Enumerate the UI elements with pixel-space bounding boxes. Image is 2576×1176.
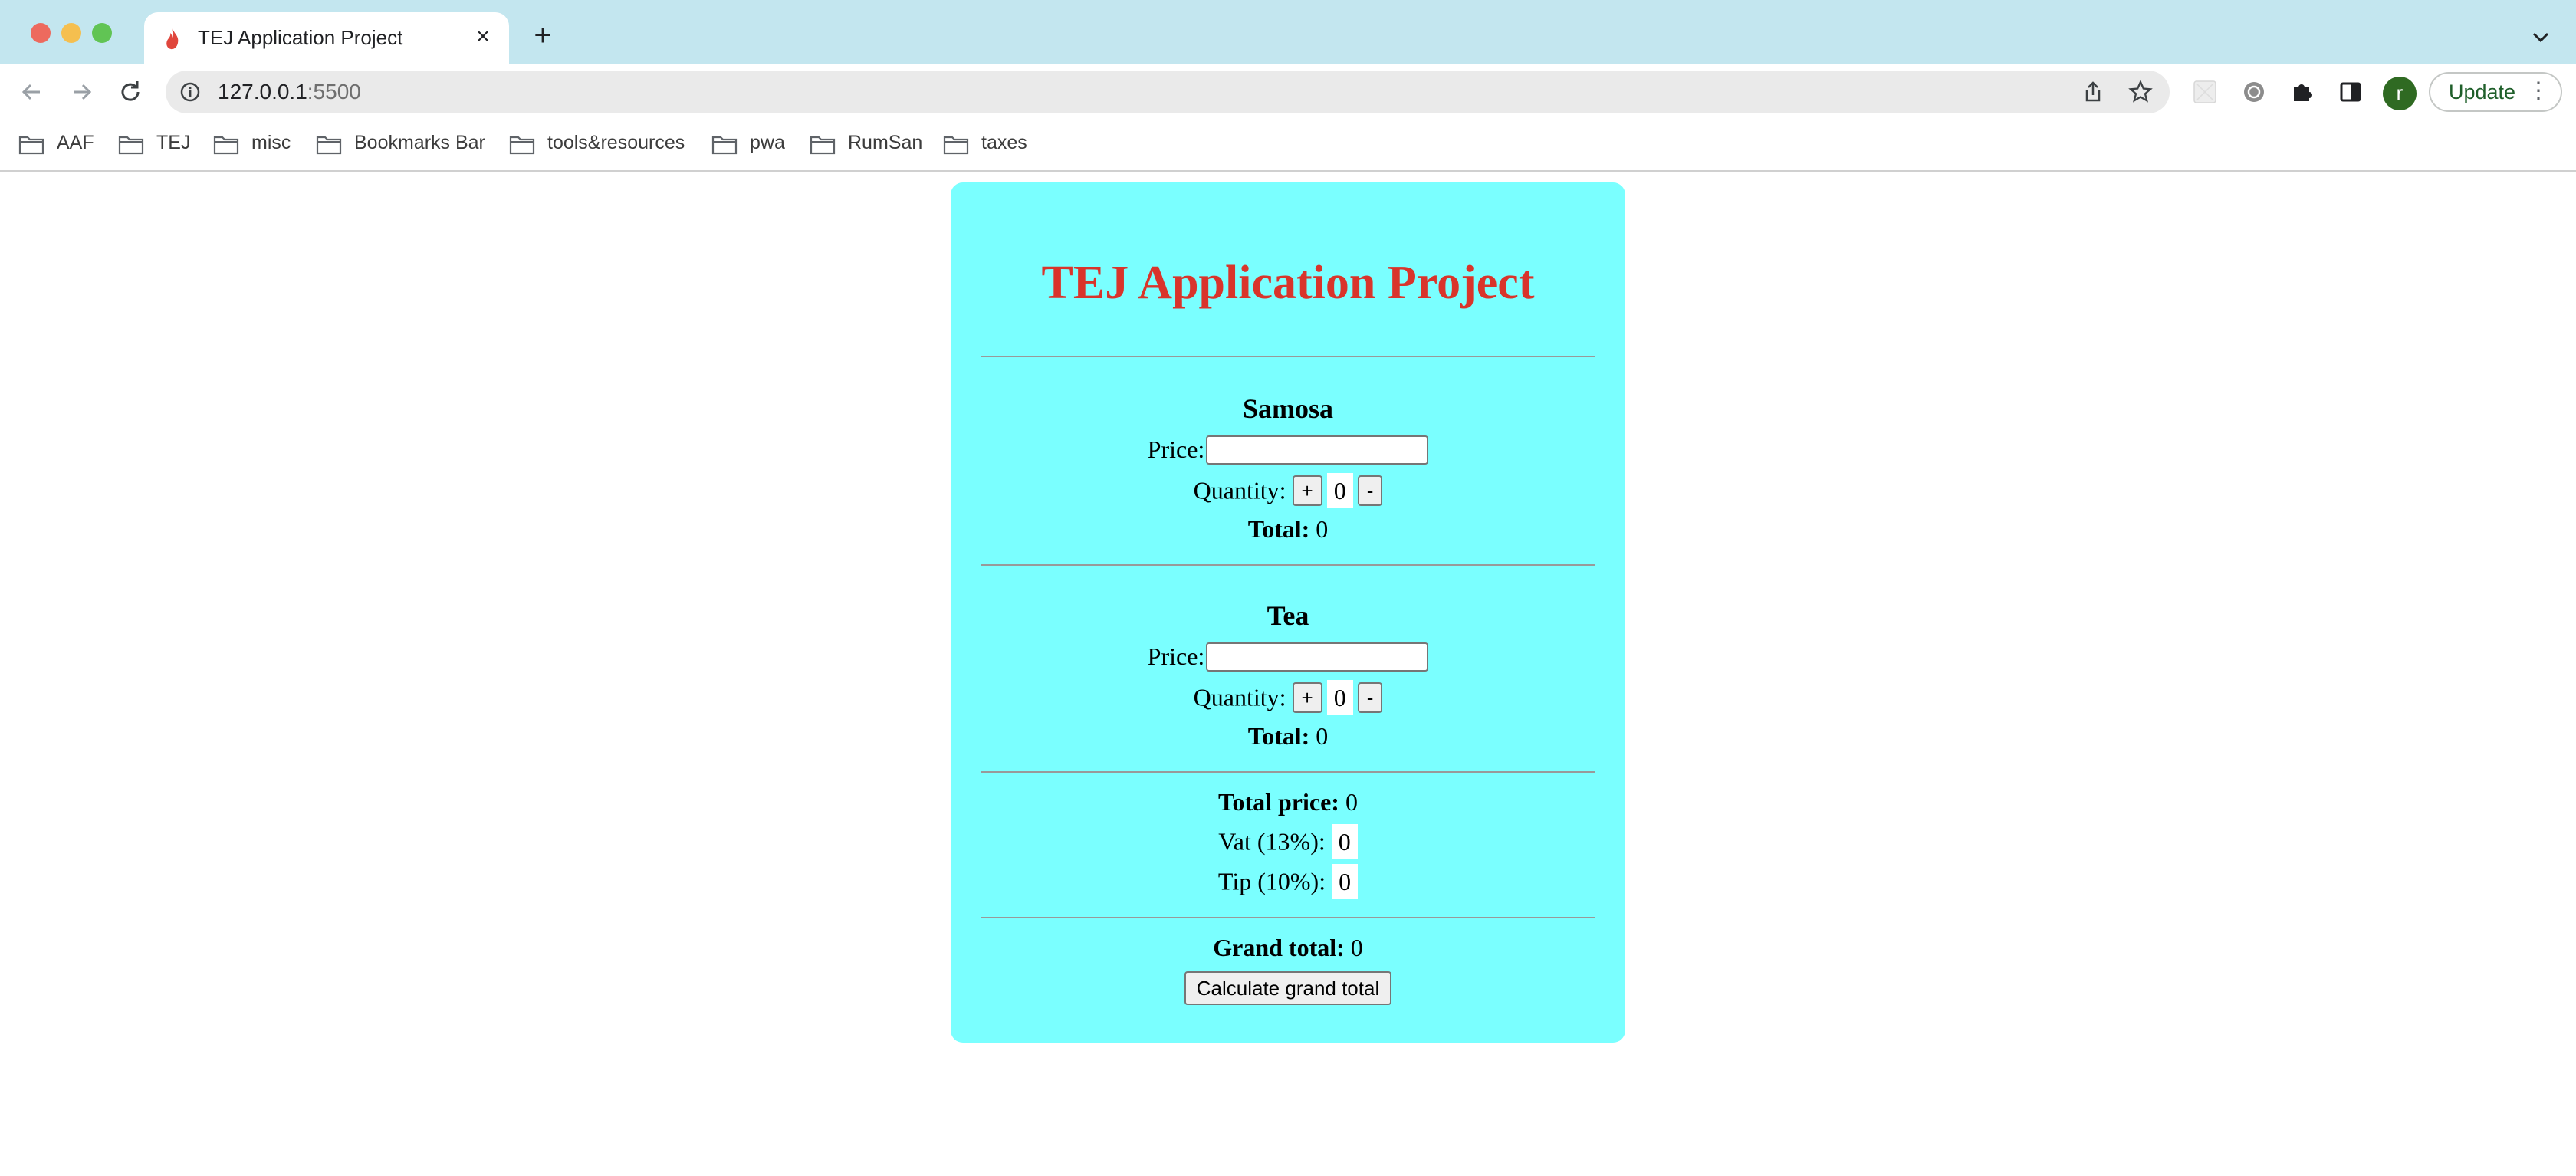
more-menu-icon[interactable]: ⋮ — [2527, 74, 2550, 109]
extension-placeholder-icon[interactable] — [2193, 80, 2217, 104]
bookmark-label: RumSan — [848, 132, 923, 153]
url-host: 127.0.0.1 — [218, 80, 307, 103]
info-icon[interactable] — [179, 81, 201, 103]
tab-title: TEJ Application Project — [198, 26, 403, 49]
total-row-samosa: Total: 0 — [951, 515, 1625, 544]
tip-label: Tip (10%): — [1217, 867, 1326, 895]
tip-row: Tip (10%): 0 — [951, 864, 1625, 902]
tea-quantity-value: 0 — [1326, 680, 1353, 715]
window-minimize-button[interactable] — [61, 23, 81, 43]
quantity-row-tea: Quantity: +0- — [951, 680, 1625, 718]
total-price-label: Total price: — [1218, 788, 1339, 816]
divider — [981, 564, 1595, 566]
reload-icon[interactable] — [115, 77, 146, 107]
folder-icon — [213, 136, 239, 155]
bookmark-label: misc — [251, 132, 291, 153]
folder-icon — [810, 136, 836, 155]
app-card: TEJ Application Project Samosa Price: Qu… — [951, 182, 1625, 1043]
total-price-row: Total price: 0 — [951, 788, 1625, 816]
calculate-row: Calculate grand total — [951, 971, 1625, 1007]
price-row-samosa: Price: — [951, 435, 1625, 467]
chevron-down-icon[interactable] — [2527, 23, 2555, 51]
address-bar[interactable]: 127.0.0.1:5500 — [166, 71, 2170, 113]
divider — [981, 356, 1595, 357]
back-arrow-icon[interactable] — [17, 77, 48, 107]
item-name-tea: Tea — [1267, 600, 1309, 631]
tab-close-icon[interactable]: × — [469, 23, 497, 51]
tea-price-input[interactable] — [1206, 642, 1429, 672]
grand-total-value: 0 — [1350, 934, 1363, 961]
samosa-total-value: 0 — [1316, 515, 1329, 543]
browser-tabstrip: TEJ Application Project × + — [0, 0, 2576, 64]
tea-decrement-button[interactable]: - — [1357, 682, 1383, 713]
vat-row: Vat (13%): 0 — [951, 824, 1625, 862]
vat-label: Vat (13%): — [1218, 827, 1326, 856]
samosa-quantity-value: 0 — [1326, 473, 1353, 508]
price-label: Price: — [1147, 642, 1205, 670]
vat-value: 0 — [1331, 824, 1358, 859]
total-label: Total: — [1247, 515, 1310, 543]
profile-avatar[interactable]: r — [2383, 77, 2417, 110]
folder-icon — [509, 136, 535, 155]
folder-icon — [943, 136, 969, 155]
browser-tab-active[interactable]: TEJ Application Project × — [144, 12, 509, 64]
calculate-grand-total-button[interactable]: Calculate grand total — [1184, 971, 1392, 1005]
quantity-label: Quantity: — [1193, 683, 1286, 711]
grand-total-label: Grand total: — [1213, 934, 1345, 961]
puzzle-icon[interactable] — [2289, 80, 2314, 104]
extension-circle-icon[interactable] — [2242, 80, 2266, 104]
update-label: Update — [2449, 80, 2516, 103]
divider — [981, 771, 1595, 773]
quantity-label: Quantity: — [1193, 476, 1286, 504]
folder-icon — [711, 136, 738, 155]
price-row-tea: Price: — [951, 642, 1625, 674]
side-panel-icon[interactable] — [2338, 80, 2363, 104]
folder-icon — [316, 136, 342, 155]
url-text[interactable]: 127.0.0.1:5500 — [218, 80, 361, 104]
folder-icon — [118, 136, 144, 155]
browser-toolbar: 127.0.0.1:5500 r Update ⋮ — [0, 64, 2576, 120]
tea-total-value: 0 — [1316, 722, 1329, 750]
window-zoom-button[interactable] — [92, 23, 112, 43]
window-close-button[interactable] — [31, 23, 51, 43]
total-label: Total: — [1247, 722, 1310, 750]
bookmark-label: taxes — [981, 132, 1027, 153]
grand-total-row: Grand total: 0 — [951, 934, 1625, 962]
url-port: :5500 — [307, 80, 361, 103]
folder-icon — [18, 136, 44, 155]
bookmark-star-icon[interactable] — [2128, 80, 2153, 104]
bookmarks-bar: AAF TEJ misc Bookmarks Bar tools&resourc… — [0, 120, 2576, 172]
page-title: TEJ Application Project — [1041, 257, 1535, 309]
total-row-tea: Total: 0 — [951, 722, 1625, 751]
tip-value: 0 — [1332, 864, 1359, 899]
bookmark-label: tools&resources — [547, 132, 685, 153]
update-button[interactable]: Update ⋮ — [2429, 72, 2562, 112]
samosa-price-input[interactable] — [1206, 435, 1429, 465]
divider — [981, 917, 1595, 918]
price-label: Price: — [1147, 435, 1205, 463]
item-name-samosa: Samosa — [1242, 393, 1334, 424]
samosa-decrement-button[interactable]: - — [1357, 475, 1383, 506]
bookmark-label: AAF — [57, 132, 94, 153]
share-icon[interactable] — [2081, 80, 2105, 104]
samosa-increment-button[interactable]: + — [1292, 475, 1322, 506]
quantity-row-samosa: Quantity: +0- — [951, 473, 1625, 511]
flame-icon — [166, 28, 179, 50]
new-tab-icon[interactable]: + — [527, 20, 558, 51]
tea-increment-button[interactable]: + — [1292, 682, 1322, 713]
bookmark-label: pwa — [750, 132, 785, 153]
forward-arrow-icon[interactable] — [66, 77, 97, 107]
bookmark-label: TEJ — [156, 132, 191, 153]
bookmark-label: Bookmarks Bar — [354, 132, 485, 153]
total-price-value: 0 — [1345, 788, 1358, 816]
